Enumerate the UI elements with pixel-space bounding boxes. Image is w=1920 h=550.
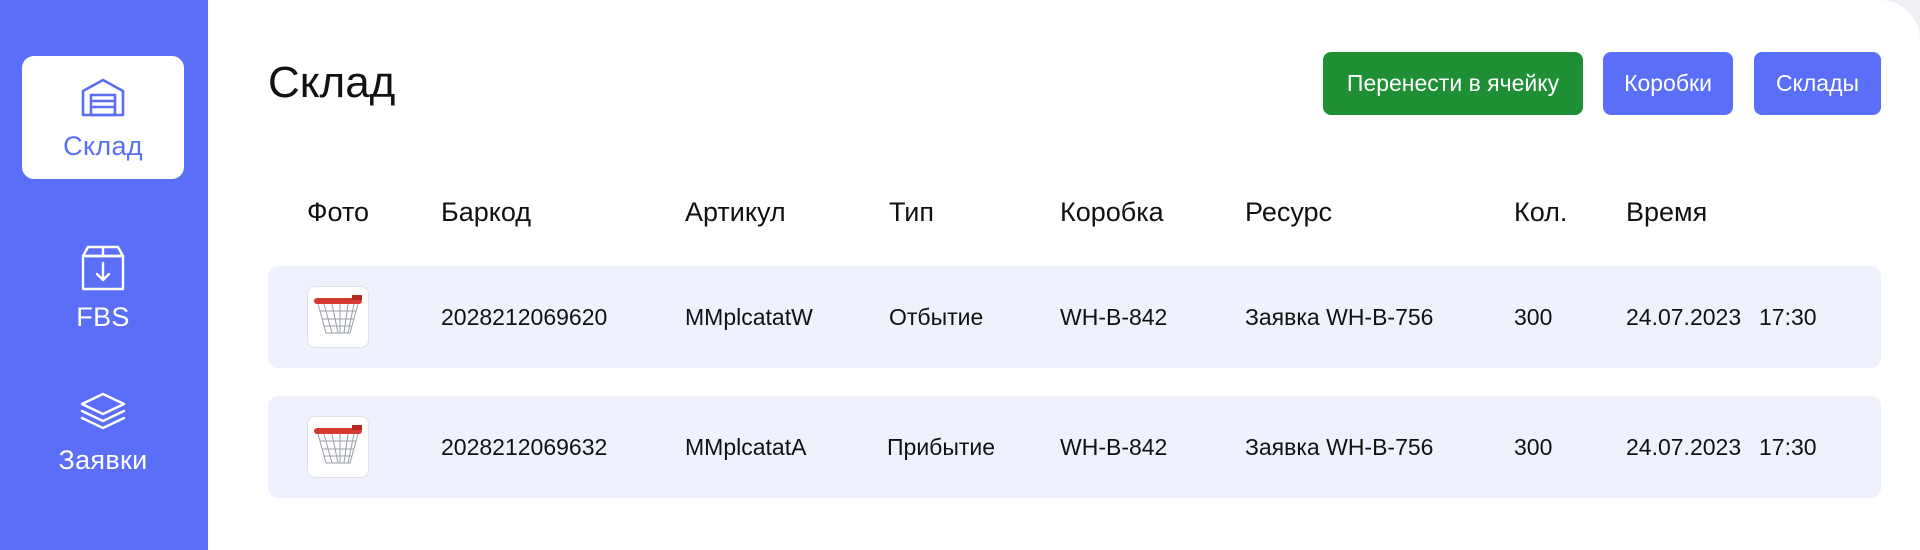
sidebar-item-label: FBS (76, 302, 130, 332)
table-row[interactable]: 2028212069620 MMplcatatW Отбытие WH-B-84… (268, 266, 1881, 368)
column-header-box: Коробка (1060, 197, 1164, 227)
column-header-time: Время (1626, 197, 1708, 227)
type-cell: Отбытие (889, 303, 984, 330)
resource-cell: Заявка WH-B-756 (1245, 303, 1434, 330)
box-cell: WH-B-842 (1060, 433, 1168, 460)
sidebar-item-label: Склад (63, 131, 143, 161)
warehouse-icon (79, 73, 127, 121)
page-title: Склад (268, 58, 396, 107)
type-cell: Прибытие (887, 433, 996, 460)
barcode-cell: 2028212069620 (441, 303, 608, 330)
qty-cell: 300 (1514, 433, 1553, 460)
resource-cell: Заявка WH-B-756 (1245, 433, 1434, 460)
column-header-type: Тип (889, 197, 935, 227)
move-to-cell-button[interactable]: Перенести в ячейку (1323, 52, 1583, 115)
column-header-barcode: Баркод (441, 197, 532, 227)
sidebar-item-requests[interactable]: Заявки (22, 370, 184, 493)
table-row[interactable]: 2028212069632 MMplcatatA Прибытие WH-B-8… (268, 396, 1881, 498)
app-window: Склад FBS Заявки Склад Перенести в ячейк… (0, 0, 1920, 550)
product-photo[interactable] (307, 416, 369, 478)
barcode-cell: 2028212069632 (441, 433, 608, 460)
article-cell: MMplcatatA (685, 433, 807, 460)
sidebar-item-label: Заявки (58, 445, 148, 475)
column-header-resource: Ресурс (1245, 197, 1333, 227)
date-cell: 24.07.2023 (1626, 433, 1742, 460)
product-photo[interactable] (307, 286, 369, 348)
warehouses-button[interactable]: Склады (1754, 52, 1881, 115)
time-cell: 17:30 (1759, 303, 1817, 330)
boxes-button[interactable]: Коробки (1603, 52, 1733, 115)
sidebar-item-warehouse[interactable]: Склад (22, 56, 184, 179)
date-cell: 24.07.2023 (1626, 303, 1742, 330)
box-download-icon (79, 244, 127, 292)
article-cell: MMplcatatW (685, 303, 813, 330)
layers-icon (79, 387, 127, 435)
column-header-article: Артикул (685, 197, 786, 227)
basketball-hoop-icon (314, 295, 362, 334)
box-cell: WH-B-842 (1060, 303, 1168, 330)
column-header-photo: Фото (307, 197, 370, 227)
sidebar: Склад FBS Заявки (0, 0, 208, 550)
qty-cell: 300 (1514, 303, 1553, 330)
sidebar-item-fbs[interactable]: FBS (22, 227, 184, 350)
time-cell: 17:30 (1759, 433, 1817, 460)
column-header-qty: Кол. (1514, 197, 1568, 227)
basketball-hoop-icon (314, 425, 362, 464)
